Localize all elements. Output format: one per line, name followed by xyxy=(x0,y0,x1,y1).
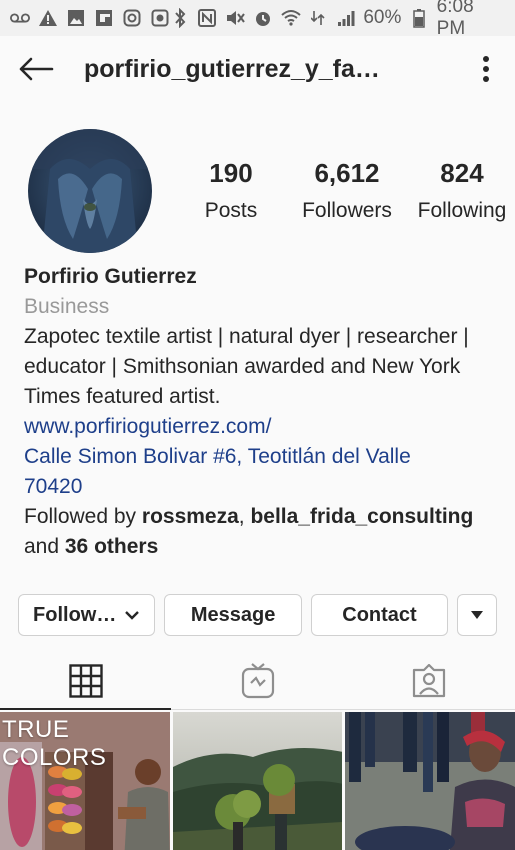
action-buttons: Follow… Message Contact xyxy=(0,594,515,636)
gallery-icon xyxy=(66,8,86,28)
tab-tagged[interactable] xyxy=(343,652,515,709)
posts-count: 190 xyxy=(209,157,253,188)
back-button[interactable] xyxy=(14,47,58,91)
follow-label: Follow… xyxy=(33,603,117,626)
contact-button[interactable]: Contact xyxy=(310,594,449,636)
others-count: 36 others xyxy=(64,535,159,558)
follower-username: bella_frida_consulting xyxy=(250,505,474,528)
username-title: porfirio_gutierrez_y_fa… xyxy=(84,54,380,83)
followed-by-and: and xyxy=(24,535,65,558)
stats: 190 Posts 6,612 Followers 824 Following xyxy=(190,158,512,223)
bio-line: educator | Smithsonian awarded and New Y… xyxy=(24,355,461,378)
status-bar: 60% 6:08 PM xyxy=(0,0,515,39)
avatar[interactable] xyxy=(28,129,152,253)
profile-header: 190 Posts 6,612 Followers 824 Following xyxy=(0,102,515,262)
stat-posts[interactable]: 190 Posts xyxy=(190,158,272,223)
address-link[interactable]: Calle Simon Bolivar #6, Teotitlán del Va… xyxy=(24,442,491,472)
nfc-icon xyxy=(197,8,216,28)
grid-icon xyxy=(69,663,103,698)
followed-by-prefix: Followed by xyxy=(24,505,142,528)
mute-icon xyxy=(225,8,245,28)
camera-icon xyxy=(150,8,170,28)
bio-line: Times featured artist. xyxy=(24,385,221,408)
flipboard-icon xyxy=(94,8,114,28)
followed-by[interactable]: Followed by rossmeza, bella_frida_consul… xyxy=(24,502,491,532)
clock: 6:08 PM xyxy=(436,0,474,39)
following-count: 824 xyxy=(440,157,484,188)
bio-section: Porfirio Gutierrez Business Zapotec text… xyxy=(0,262,515,562)
message-button[interactable]: Message xyxy=(164,594,302,636)
followers-label: Followers xyxy=(302,198,392,222)
following-label: Following xyxy=(417,198,507,222)
following-dropdown-button[interactable]: Follow… xyxy=(18,594,156,636)
top-nav: porfirio_gutierrez_y_fa… xyxy=(0,36,515,102)
wifi-icon xyxy=(280,8,301,28)
lte-icon xyxy=(309,8,328,28)
instagram-icon xyxy=(122,8,142,28)
signal-icon xyxy=(336,8,355,28)
followed-by-others[interactable]: and 36 others xyxy=(24,532,491,562)
post-overlay-text: TRUE COLORS xyxy=(2,716,107,771)
suggested-users-button[interactable] xyxy=(457,594,497,636)
profile-category: Business xyxy=(24,295,110,318)
tab-grid[interactable] xyxy=(0,652,172,710)
back-arrow-icon xyxy=(19,57,54,81)
post-grid: TRUE COLORS xyxy=(0,712,515,850)
stat-followers[interactable]: 6,612 Followers xyxy=(282,158,412,223)
status-left xyxy=(10,8,170,28)
profile-tabs xyxy=(0,652,515,710)
profile-name: Porfirio Gutierrez xyxy=(24,265,197,288)
followed-by-separator: , xyxy=(238,505,251,528)
profile-screen: 60% 6:08 PM porfirio_gutierrez_y_fa… 190… xyxy=(0,0,515,850)
warning-icon xyxy=(38,8,58,28)
posts-label: Posts xyxy=(204,198,258,222)
grid-post[interactable] xyxy=(345,712,515,850)
caret-down-icon xyxy=(471,611,484,619)
tagged-user-icon xyxy=(413,663,446,697)
igtv-icon xyxy=(241,662,274,698)
bluetooth-icon xyxy=(170,8,189,28)
website-link[interactable]: www.porfiriogutierrez.com/ xyxy=(24,412,491,442)
grid-post[interactable] xyxy=(172,712,343,850)
followers-count: 6,612 xyxy=(314,157,380,188)
alarm-icon xyxy=(253,8,273,28)
stat-following[interactable]: 824 Following xyxy=(412,158,512,223)
status-right: 60% 6:08 PM xyxy=(170,0,505,40)
bio-line: Zapotec textile artist | natural dyer | … xyxy=(24,325,469,348)
voicemail-icon xyxy=(10,8,30,28)
tab-igtv[interactable] xyxy=(172,652,344,709)
more-vertical-icon xyxy=(483,56,489,82)
battery-percent: 60% xyxy=(363,7,402,28)
battery-icon xyxy=(409,8,428,28)
chevron-down-icon xyxy=(125,611,140,620)
grid-post[interactable]: TRUE COLORS xyxy=(0,712,170,850)
more-options-button[interactable] xyxy=(471,47,501,91)
address-link[interactable]: 70420 xyxy=(24,472,491,502)
follower-username: rossmeza xyxy=(141,505,239,528)
